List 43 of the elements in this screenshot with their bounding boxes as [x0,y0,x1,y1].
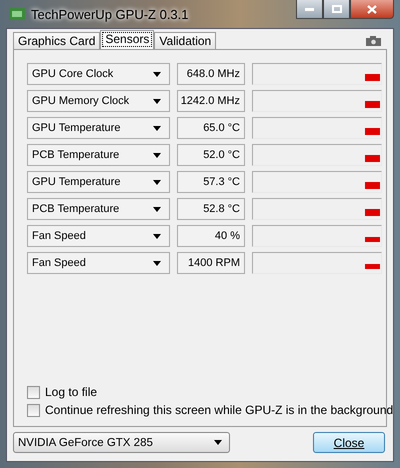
close-icon [367,4,377,14]
app-icon [9,8,25,20]
caret-icon [153,206,161,212]
window-close-button[interactable] [350,0,394,19]
sensor-reading: 65.0 °C [177,117,245,139]
tab[interactable]: Graphics Card [13,32,100,49]
checkbox-label: Continue refreshing this screen while GPU-Z is in the background [45,403,394,417]
caret-icon [153,180,161,184]
caret-icon [214,440,222,445]
caret-icon [153,126,161,130]
sensor-dropdown[interactable]: GPU Core Clock [27,63,170,85]
caret-icon [153,152,161,158]
minimize-icon [305,8,314,10]
sensor-reading: 1400 RPM [177,252,245,274]
caret-icon [153,234,161,238]
device-dropdown[interactable]: NVIDIA GeForce GTX 285 [13,432,230,453]
caret-icon [153,260,161,266]
sensor-reading: 1242.0 MHz [177,90,245,112]
window-title: TechPowerUp GPU-Z 0.3.1 [31,6,189,22]
checkbox-label: Log to file [45,385,98,399]
tab[interactable]: Validation [154,32,216,49]
sensor-reading: 648.0 MHz [177,63,245,85]
sensor-dropdown[interactable]: GPU Temperature [27,171,170,193]
checkbox[interactable] [27,386,40,398]
tab[interactable]: Sensors [100,30,154,49]
sensor-reading: 52.0 °C [177,144,245,166]
sensor-dropdown[interactable]: GPU Memory Clock [27,90,170,112]
sensor-dropdown[interactable]: PCB Temperature [27,198,170,220]
sensor-reading: 52.8 °C [177,198,245,220]
minimize-button[interactable] [296,0,323,19]
maximize-icon [332,5,342,13]
checkbox[interactable] [27,404,40,416]
camera-icon[interactable] [366,36,381,46]
caret-icon [153,98,161,104]
sensor-dropdown[interactable]: Fan Speed [27,225,170,247]
maximize-button[interactable] [323,0,350,19]
sensor-dropdown[interactable]: GPU Temperature [27,117,170,139]
sensor-reading: 40 % [177,225,245,247]
sensor-dropdown[interactable]: PCB Temperature [27,144,170,166]
sensor-reading: 57.3 °C [177,171,245,193]
caret-icon [153,72,161,76]
close-button[interactable]: Close [313,432,385,453]
sensor-dropdown[interactable]: Fan Speed [27,252,170,274]
